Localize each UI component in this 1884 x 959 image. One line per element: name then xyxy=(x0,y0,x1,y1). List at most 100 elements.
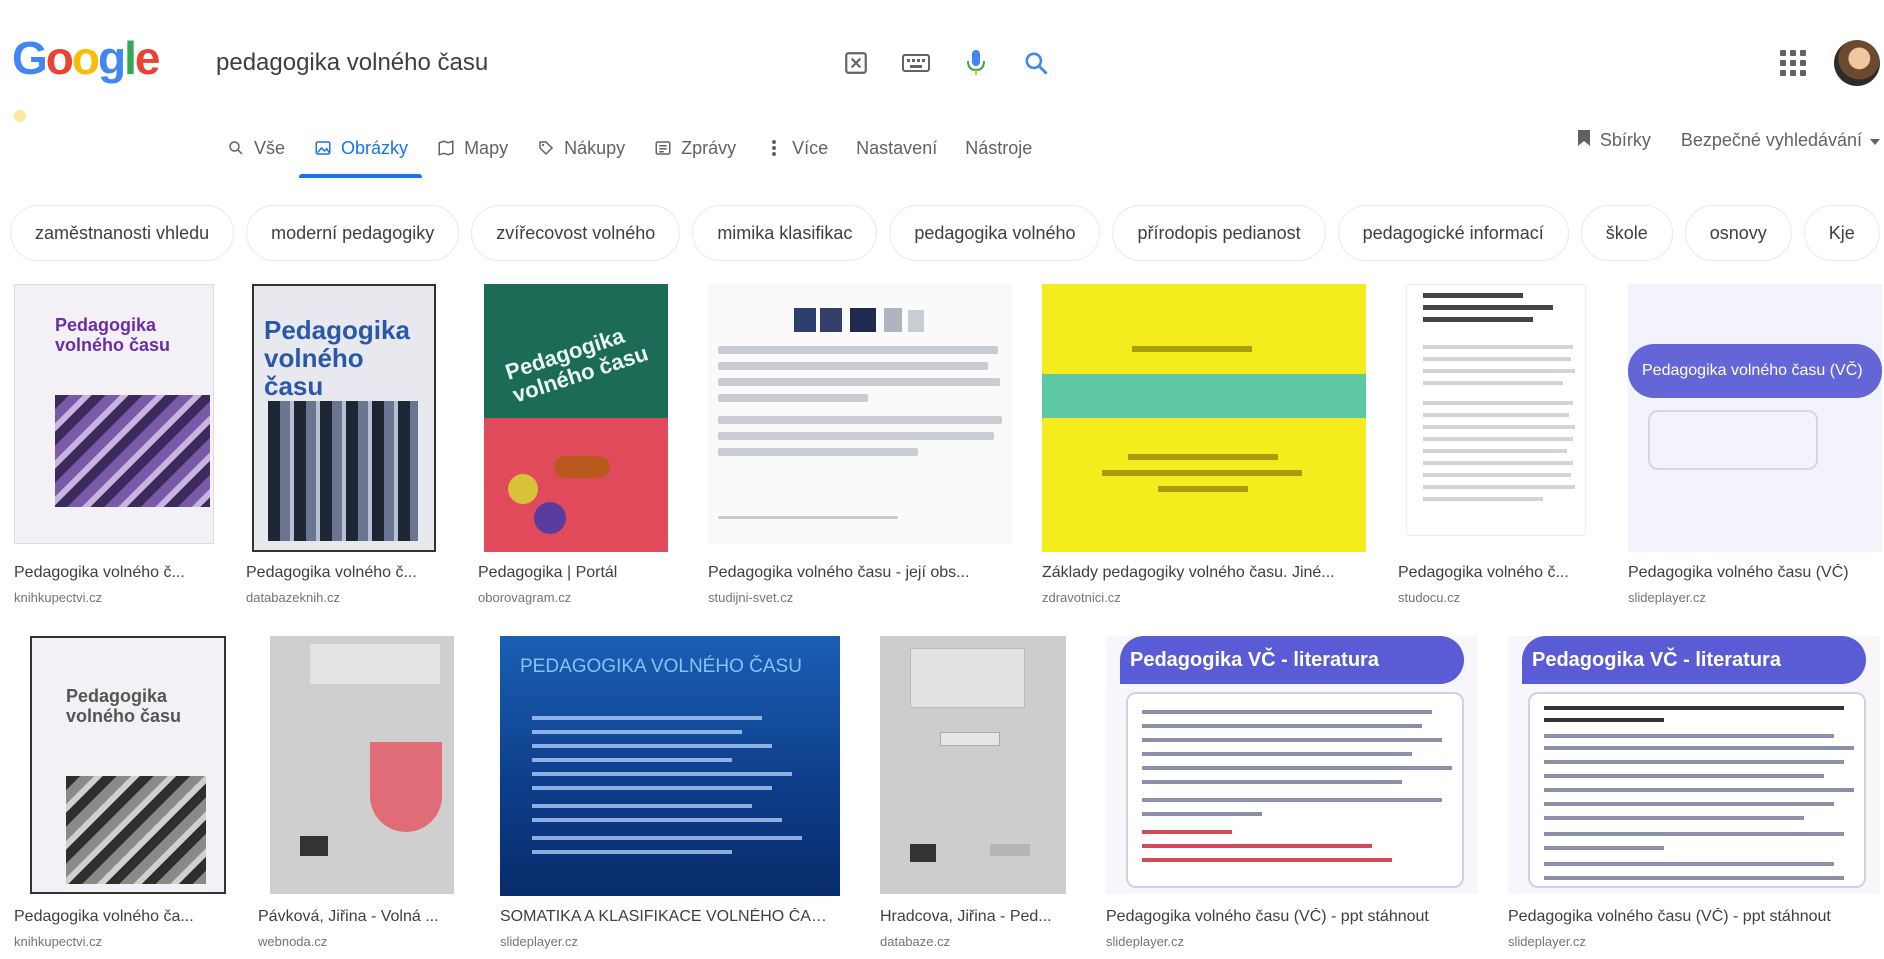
result-source[interactable]: slideplayer.cz xyxy=(1628,590,1878,605)
image-thumbnail: Pedagogika volného času xyxy=(30,636,226,894)
image-result[interactable]: Pedagogika VČ - literatura Pedagogika vo… xyxy=(1106,636,1478,956)
result-source[interactable]: slideplayer.cz xyxy=(1106,934,1474,949)
text-line xyxy=(1544,876,1844,880)
result-title[interactable]: Pedagogika volného času (VČ) - ppt stáhn… xyxy=(1106,908,1474,926)
result-source[interactable]: zdravotnici.cz xyxy=(1042,590,1368,605)
result-title[interactable]: Pedagogika volného času - její obs... xyxy=(708,564,1008,582)
text-line xyxy=(532,772,792,776)
apps-grid-icon[interactable] xyxy=(1778,48,1808,78)
text-line xyxy=(1544,832,1844,836)
image-result[interactable]: Pávková, Jiřina - Volná ... webnoda.cz xyxy=(258,636,458,956)
image-result[interactable]: Pedagogika volného času (VČ) Pedagogika … xyxy=(1628,284,1882,614)
collections-link[interactable]: Sbírky xyxy=(1576,128,1651,153)
text-line xyxy=(532,716,762,720)
chip[interactable]: zvířecovost volného xyxy=(471,205,681,261)
text-line xyxy=(532,744,772,748)
search-input[interactable] xyxy=(216,49,826,77)
image-thumbnail: Pedagogika volného času xyxy=(484,284,668,552)
result-title[interactable]: Pedagogika volného č... xyxy=(14,564,214,582)
text-line xyxy=(718,394,868,402)
result-title[interactable]: Základy pedagogiky volného času. Jiné... xyxy=(1042,564,1368,582)
text-line xyxy=(1142,710,1432,714)
tab-images[interactable]: Obrázky xyxy=(299,120,423,178)
result-title[interactable]: Pávková, Jiřina - Volná ... xyxy=(258,908,454,926)
result-title[interactable]: Pedagogika | Portál xyxy=(478,564,678,582)
tab-news[interactable]: Zprávy xyxy=(639,120,750,176)
more-icon xyxy=(764,138,784,158)
result-source[interactable]: studocu.cz xyxy=(1398,590,1598,605)
image-thumbnail xyxy=(708,284,1012,544)
result-title[interactable]: Pedagogika volného ča... xyxy=(14,908,214,926)
thumb-title: Pedagogika volného času xyxy=(55,315,171,355)
chip[interactable]: Kje xyxy=(1803,205,1880,261)
chip[interactable]: moderní pedagogiky xyxy=(246,205,460,261)
image-result[interactable]: Pedagogika VČ - literatura Pedagogika vo… xyxy=(1508,636,1880,956)
tab-tools[interactable]: Nástroje xyxy=(951,120,1046,176)
safesearch-label: Bezpečné vyhledávání xyxy=(1680,130,1862,150)
safesearch-dropdown[interactable]: Bezpečné vyhledávání xyxy=(1681,130,1880,151)
result-source[interactable]: slideplayer.cz xyxy=(1508,934,1876,949)
chip[interactable]: zaměstnanosti vhledu xyxy=(10,205,235,261)
result-source[interactable]: databaze.cz xyxy=(880,934,1066,949)
group-photo xyxy=(66,776,206,884)
chip[interactable]: přírodopis pedianost xyxy=(1112,205,1326,261)
text-line xyxy=(1423,497,1543,501)
image-result[interactable]: Pedagogika volného času Pedagogika volné… xyxy=(14,636,226,956)
text-line xyxy=(1544,760,1844,764)
result-source[interactable]: slideplayer.cz xyxy=(500,934,836,949)
search-bar[interactable] xyxy=(200,28,1070,98)
image-result[interactable]: Pedagogika volného času Pedagogika volné… xyxy=(14,284,214,614)
thumb-title: Pedagogika VČ - literatura xyxy=(1522,636,1866,684)
image-result[interactable]: Základy pedagogiky volného času. Jiné...… xyxy=(1042,284,1370,614)
text-line xyxy=(1544,746,1854,750)
tab-shopping[interactable]: Nákupy xyxy=(522,120,639,176)
tab-maps[interactable]: Mapy xyxy=(422,120,522,176)
result-source[interactable]: knihkupectvi.cz xyxy=(14,934,214,949)
image-result[interactable]: Pedagogika volného času Pedagogika volné… xyxy=(246,284,446,614)
microphone-icon[interactable] xyxy=(960,47,992,79)
tab-label: Vše xyxy=(254,137,286,158)
image-result[interactable]: Pedagogika volného času Pedagogika | Por… xyxy=(478,284,678,614)
tab-more[interactable]: Více xyxy=(750,120,842,176)
result-source[interactable]: webnoda.cz xyxy=(258,934,454,949)
tab-settings[interactable]: Nastavení xyxy=(842,120,951,176)
result-source[interactable]: oborovagram.cz xyxy=(478,590,678,605)
text-line xyxy=(532,786,772,790)
book-label xyxy=(940,732,1000,746)
result-source[interactable]: studijni-svet.cz xyxy=(708,590,1008,605)
image-result[interactable]: Pedagogika volného času - její obs... st… xyxy=(708,284,1020,614)
result-title[interactable]: Pedagogika volného č... xyxy=(1398,564,1598,582)
dark-shape xyxy=(300,836,328,856)
text-line xyxy=(1102,470,1302,476)
image-result[interactable]: Hradcova, Jiřina - Ped... databaze.cz xyxy=(880,636,1070,956)
image-thumbnail: PEDAGOGIKA VOLNÉHO ČASU xyxy=(500,636,840,896)
doodle-dot xyxy=(14,110,26,122)
image-result[interactable]: Pedagogika volného č... studocu.cz xyxy=(1398,284,1598,614)
result-title[interactable]: Pedagogika volného č... xyxy=(246,564,446,582)
chip[interactable]: pedagogické informací xyxy=(1337,205,1569,261)
clear-icon[interactable] xyxy=(840,47,872,79)
result-title[interactable]: Pedagogika volného času (VČ) - ppt stáhn… xyxy=(1508,908,1876,926)
text-line xyxy=(1142,766,1452,770)
chip[interactable]: mimika klasifikac xyxy=(692,205,878,261)
avatar[interactable] xyxy=(1834,40,1880,86)
result-source[interactable]: databazeknih.cz xyxy=(246,590,446,605)
text-line xyxy=(1423,293,1523,298)
news-icon xyxy=(653,138,673,158)
result-title[interactable]: Pedagogika volného času (VČ) xyxy=(1628,564,1878,582)
google-logo[interactable]: Google xyxy=(12,30,160,86)
collections-label: Sbírky xyxy=(1599,130,1651,150)
thumb-title: PEDAGOGIKA VOLNÉHO ČASU xyxy=(520,656,802,677)
result-title[interactable]: SOMATIKA A KLASIFIKACE VOLNÉHO ČASU... xyxy=(500,908,836,926)
chip[interactable]: osnovy xyxy=(1684,205,1792,261)
chip[interactable]: pedagogika volného xyxy=(889,205,1101,261)
image-result[interactable]: PEDAGOGIKA VOLNÉHO ČASU SOMATIKA A KLASI… xyxy=(500,636,840,956)
result-title[interactable]: Hradcova, Jiřina - Ped... xyxy=(880,908,1066,926)
image-thumbnail: Pedagogika volného času xyxy=(252,284,436,552)
ball-shape xyxy=(534,502,566,534)
keyboard-icon[interactable] xyxy=(900,47,932,79)
chip[interactable]: škole xyxy=(1580,205,1673,261)
result-source[interactable]: knihkupectvi.cz xyxy=(14,590,214,605)
search-icon[interactable] xyxy=(1020,47,1052,79)
tab-all[interactable]: Vše xyxy=(212,120,299,176)
